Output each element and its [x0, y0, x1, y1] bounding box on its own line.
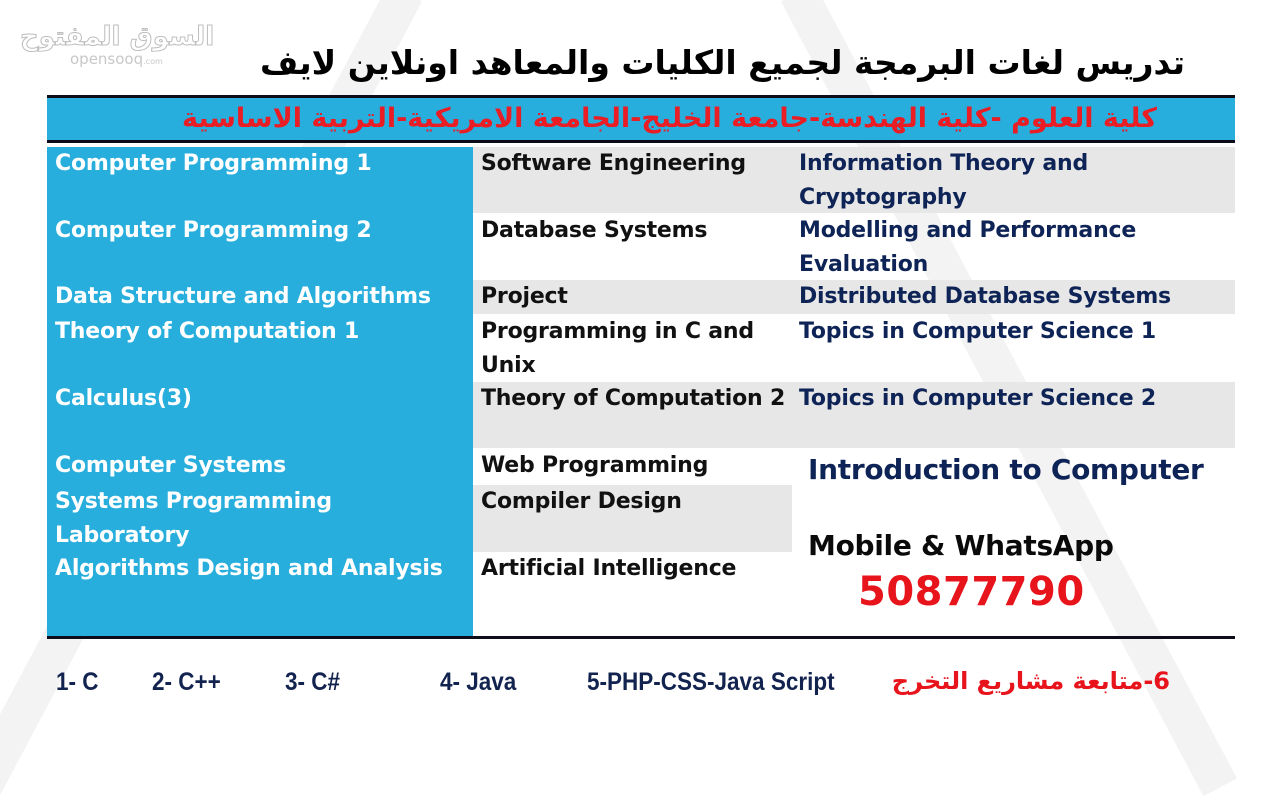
course-cell: Topics in Computer Science 2	[799, 386, 1157, 411]
course-cell: Data Structure and Algorithms	[55, 284, 431, 309]
course-cell: Theory of Computation 1	[55, 319, 360, 344]
course-cell: Modelling and Performance Evaluation	[799, 218, 1137, 277]
watermark-suffix: .com	[143, 57, 163, 66]
course-cell: Systems Programming Laboratory	[55, 489, 332, 548]
contact-phone-number: 50877790	[858, 569, 1085, 615]
course-cell: Computer Programming 1	[55, 151, 372, 176]
contact-label: Mobile & WhatsApp	[808, 529, 1114, 562]
course-cell: Algorithms Design and Analysis	[55, 556, 443, 581]
watermark-latin-text: opensooq.com	[70, 50, 214, 68]
course-cell: Distributed Database Systems	[799, 284, 1171, 309]
course-cell: Artificial Intelligence	[481, 556, 737, 581]
graduation-projects-item: 6-متابعة مشاريع التخرج	[891, 667, 1170, 695]
course-cell: Programming in C and Unix	[481, 319, 754, 378]
course-cell: Calculus(3)	[55, 386, 192, 411]
course-cell: Database Systems	[481, 218, 708, 243]
opensooq-watermark-logo: السوق المفتوح opensooq.com	[19, 22, 215, 69]
watermark-arabic-text: السوق المفتوح	[19, 22, 215, 53]
language-item: 5-PHP-CSS-Java Script	[587, 668, 835, 696]
course-cell: Web Programming	[481, 453, 709, 478]
language-item: 2- C++	[152, 668, 221, 696]
language-item: 1- C	[56, 668, 99, 696]
course-cell: Software Engineering	[481, 151, 746, 176]
language-item: 3- C#	[285, 668, 341, 696]
featured-course: Introduction to Computer	[808, 453, 1204, 486]
watermark-brand: opensooq	[70, 50, 144, 68]
course-cell: Project	[481, 284, 568, 309]
colleges-banner-text: كلية العلوم -كلية الهندسة-جامعة الخليج-ا…	[181, 103, 1157, 134]
course-cell: Information Theory and Cryptography	[799, 151, 1089, 210]
course-cell: Theory of Computation 2	[481, 386, 786, 411]
course-cell: Computer Systems	[55, 453, 287, 478]
course-cell: Topics in Computer Science 1	[799, 319, 1157, 344]
table-bottom-border	[47, 636, 1235, 639]
course-cell: Computer Programming 2	[55, 218, 372, 243]
course-cell: Compiler Design	[481, 489, 682, 514]
language-item: 4- Java	[440, 668, 517, 696]
colleges-banner: كلية العلوم -كلية الهندسة-جامعة الخليج-ا…	[47, 95, 1235, 143]
